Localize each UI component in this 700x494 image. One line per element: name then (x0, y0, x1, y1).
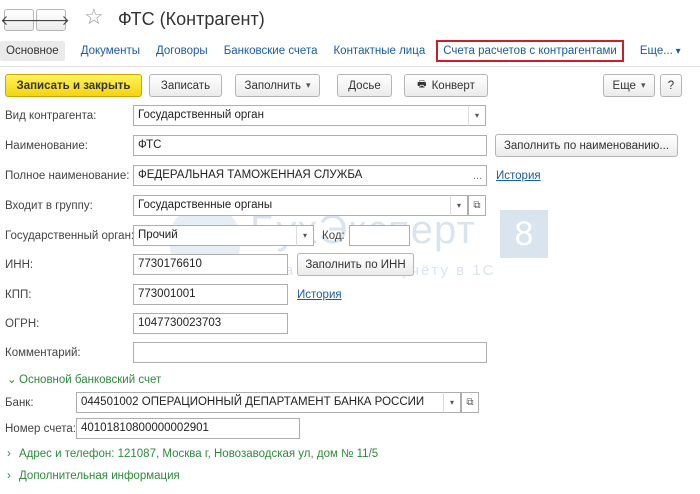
tab-contact-persons[interactable]: Контактные лица (333, 45, 425, 57)
envelope-button[interactable]: 🖶 Конверт (404, 74, 488, 97)
more-button[interactable]: Еще ▾ (603, 74, 655, 97)
full-name-input[interactable]: ФЕДЕРАЛЬНАЯ ТАМОЖЕННАЯ СЛУЖБА (133, 165, 487, 186)
comment-input[interactable] (133, 342, 487, 363)
gov-body-label: Государственный орган: (5, 230, 135, 242)
divider (0, 66, 700, 67)
bank-group-label: Основной банковский счет (19, 374, 162, 386)
open-icon[interactable]: ⧉ (468, 195, 486, 216)
ellipsis-icon[interactable]: ... (473, 170, 482, 182)
account-input[interactable]: 40101810800000002901 (76, 418, 300, 439)
dropdown-arrow-icon[interactable]: ▾ (296, 225, 314, 246)
inn-label: ИНН: (5, 259, 34, 271)
tab-more[interactable]: Еще... (640, 45, 681, 57)
bank-group-toggle[interactable]: ⌄ Основной банковский счет (7, 372, 161, 386)
fill-by-name-button[interactable]: Заполнить по наименованию... (495, 134, 678, 157)
kpp-label: КПП: (5, 289, 32, 301)
code-label: Код: (322, 230, 345, 242)
comment-label: Комментарий: (5, 347, 81, 359)
save-and-close-button[interactable]: Записать и закрыть (5, 74, 142, 97)
arrow-right-icon: 🡒 (32, 11, 70, 28)
chevron-down-icon: ⌄ (7, 374, 17, 386)
ogrn-label: ОГРН: (5, 318, 40, 330)
full-name-label: Полное наименование: (5, 170, 130, 182)
more-label: Еще (612, 79, 636, 92)
envelope-label: Конверт (431, 79, 475, 92)
save-button[interactable]: Записать (149, 74, 222, 97)
inn-input[interactable]: 7730176610 (133, 254, 288, 275)
full-name-history-link[interactable]: История (496, 170, 541, 182)
account-label: Номер счета: (5, 423, 76, 435)
dropdown-arrow-icon[interactable]: ▾ (443, 392, 461, 413)
kpp-input[interactable]: 773001001 (133, 284, 288, 305)
bank-select[interactable]: 044501002 ОПЕРАЦИОННЫЙ ДЕПАРТАМЕНТ БАНКА… (76, 392, 444, 413)
group-select[interactable]: Государственные органы (133, 195, 451, 216)
chevron-right-icon: › (7, 470, 11, 482)
help-button[interactable]: ? (660, 74, 682, 97)
kpp-history-link[interactable]: История (297, 289, 342, 301)
address-group-toggle[interactable]: › Адрес и телефон: 121087, Москва г, Ново… (7, 448, 378, 460)
tab-main[interactable]: Основное (0, 41, 65, 61)
dossier-button[interactable]: Досье (337, 74, 392, 97)
chevron-right-icon: › (7, 448, 11, 460)
chevron-down-icon: ▾ (640, 80, 646, 90)
watermark-badge: 8 (500, 210, 548, 258)
tab-bank-accounts[interactable]: Банковские счета (224, 45, 318, 57)
open-icon[interactable]: ⧉ (461, 392, 479, 413)
tab-contracts[interactable]: Договоры (156, 45, 208, 57)
back-button[interactable]: 🡐 (0, 9, 38, 31)
fill-button[interactable]: Заполнить ▾ (235, 74, 320, 97)
page-title: ФТС (Контрагент) (118, 9, 265, 29)
dropdown-arrow-icon[interactable]: ▾ (468, 105, 486, 126)
kind-select[interactable]: Государственный орган (133, 105, 469, 126)
fill-by-inn-button[interactable]: Заполнить по ИНН (297, 253, 414, 276)
dropdown-arrow-icon[interactable]: ▾ (450, 195, 468, 216)
name-input[interactable]: ФТС (133, 135, 487, 156)
code-input[interactable] (349, 225, 410, 246)
chevron-down-icon: ▾ (305, 80, 311, 90)
kind-label: Вид контрагента: (5, 110, 97, 122)
forward-button[interactable]: 🡒 (32, 9, 70, 31)
help-icon: ? (667, 79, 675, 92)
tab-documents[interactable]: Документы (81, 45, 140, 57)
section-tabs: Основное Документы Договоры Банковские с… (0, 39, 697, 63)
tab-settlement-accounts[interactable]: Счета расчетов с контрагентами (436, 40, 624, 62)
bank-label: Банк: (5, 397, 34, 409)
group-label: Входит в группу: (5, 200, 93, 212)
gov-body-select[interactable]: Прочий (133, 225, 297, 246)
ogrn-input[interactable]: 1047730023703 (133, 313, 288, 334)
address-group-label: Адрес и телефон: 121087, Москва г, Новоз… (19, 448, 379, 460)
name-label: Наименование: (5, 140, 88, 152)
extra-group-label: Дополнительная информация (19, 470, 180, 482)
printer-icon: 🖶 (417, 79, 427, 90)
extra-group-toggle[interactable]: › Дополнительная информация (7, 470, 180, 482)
watermark: БухЭксперт 8 База ответов по учёту в 1С (170, 206, 555, 296)
star-icon[interactable]: ☆ (84, 6, 104, 28)
fill-label: Заполнить (244, 79, 301, 92)
